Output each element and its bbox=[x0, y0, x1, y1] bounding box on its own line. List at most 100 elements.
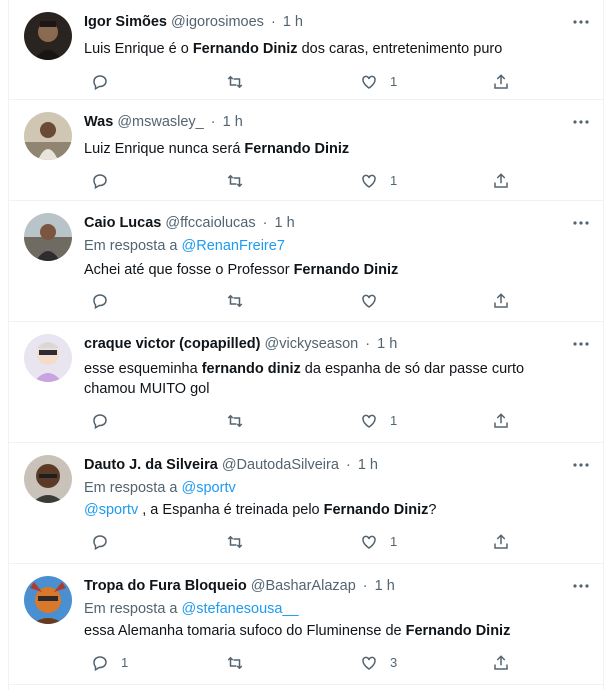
tweet-header: Tropa do Fura Bloqueio @BasharAlazap · 1… bbox=[84, 576, 563, 596]
tweet[interactable]: Was @mswasley_ · 1 h Luiz Enrique nunca … bbox=[9, 100, 603, 201]
tweet-actions: 1 bbox=[84, 71, 524, 93]
timestamp[interactable]: 1 h bbox=[358, 457, 378, 473]
reply-button[interactable]: 1 bbox=[91, 652, 128, 674]
reply-button[interactable] bbox=[91, 71, 121, 93]
tweet[interactable]: craque victor (copapilled) @vickyseason … bbox=[9, 322, 603, 443]
tweet-actions: 1 bbox=[84, 531, 524, 553]
tweet-timeline: Igor Simões @igorosimoes · 1 h Luis Enri… bbox=[8, 0, 604, 690]
reply-button[interactable] bbox=[91, 170, 121, 192]
user-handle[interactable]: @mswasley_ bbox=[117, 114, 203, 130]
tweet-actions: 1 3 bbox=[84, 652, 524, 674]
more-options-icon[interactable] bbox=[571, 213, 591, 233]
heart-icon bbox=[360, 73, 378, 91]
reply-mention-link[interactable]: @sportv bbox=[182, 480, 236, 496]
reply-icon bbox=[91, 654, 109, 672]
avatar[interactable] bbox=[24, 334, 72, 382]
retweet-button[interactable] bbox=[226, 71, 256, 93]
avatar[interactable] bbox=[24, 213, 72, 261]
separator: · bbox=[365, 336, 371, 352]
share-button[interactable] bbox=[492, 71, 510, 93]
separator: · bbox=[270, 14, 276, 30]
reply-context-label: Em resposta a bbox=[84, 601, 182, 617]
more-options-icon[interactable] bbox=[571, 112, 591, 132]
timestamp[interactable]: 1 h bbox=[375, 578, 395, 594]
highlighted-keyword: Fernando Diniz bbox=[405, 623, 511, 639]
reply-button[interactable] bbox=[91, 531, 121, 553]
text-segment: , a Espanha é treinada pelo bbox=[138, 502, 324, 518]
user-handle[interactable]: @BasharAlazap bbox=[251, 578, 356, 594]
reply-icon bbox=[91, 292, 109, 310]
tweet-header: Caio Lucas @ffccaiolucas · 1 h bbox=[84, 213, 563, 233]
avatar[interactable] bbox=[24, 112, 72, 160]
retweet-button[interactable] bbox=[226, 170, 256, 192]
like-button[interactable]: 3 bbox=[360, 652, 397, 674]
tweet-header: craque victor (copapilled) @vickyseason … bbox=[84, 334, 563, 354]
like-count: 1 bbox=[390, 413, 398, 428]
like-count: 1 bbox=[390, 534, 398, 549]
like-count: 1 bbox=[390, 74, 398, 89]
reply-icon bbox=[91, 73, 109, 91]
mention-link[interactable]: @sportv bbox=[84, 502, 138, 518]
timestamp[interactable]: 1 h bbox=[283, 14, 303, 30]
reply-button[interactable] bbox=[91, 290, 121, 312]
reply-icon bbox=[91, 172, 109, 190]
reply-icon bbox=[91, 533, 109, 551]
more-options-icon[interactable] bbox=[571, 455, 591, 475]
display-name[interactable]: Was bbox=[84, 114, 113, 130]
like-button[interactable]: 1 bbox=[360, 531, 397, 553]
tweet[interactable]: Igor Simões @igorosimoes · 1 h Luis Enri… bbox=[9, 0, 603, 100]
tweet-text: Luis Enrique é o Fernando Diniz dos cara… bbox=[84, 39, 579, 59]
retweet-button[interactable] bbox=[226, 290, 256, 312]
avatar[interactable] bbox=[24, 576, 72, 624]
more-options-icon[interactable] bbox=[571, 12, 591, 32]
heart-icon bbox=[360, 533, 378, 551]
highlighted-keyword: Fernando Diniz bbox=[323, 502, 429, 518]
like-button[interactable] bbox=[360, 290, 390, 312]
tweet-text: essa Alemanha tomaria sufoco do Fluminen… bbox=[84, 621, 579, 641]
text-segment: Achei até que fosse o Professor bbox=[84, 262, 294, 278]
display-name[interactable]: Igor Simões bbox=[84, 14, 167, 30]
reply-context: Em resposta a @RenanFreire7 bbox=[84, 236, 285, 256]
separator: · bbox=[262, 215, 268, 231]
share-button[interactable] bbox=[492, 290, 510, 312]
tweet[interactable]: Tropa do Fura Bloqueio @BasharAlazap · 1… bbox=[9, 564, 603, 685]
heart-icon bbox=[360, 412, 378, 430]
display-name[interactable]: Caio Lucas bbox=[84, 215, 161, 231]
display-name[interactable]: Dauto J. da Silveira bbox=[84, 457, 218, 473]
tweet[interactable]: Caio Lucas @ffccaiolucas · 1 h Em respos… bbox=[9, 201, 603, 322]
timestamp[interactable]: 1 h bbox=[223, 114, 243, 130]
timestamp[interactable]: 1 h bbox=[275, 215, 295, 231]
avatar[interactable] bbox=[24, 455, 72, 503]
user-handle[interactable]: @vickyseason bbox=[265, 336, 359, 352]
more-options-icon[interactable] bbox=[571, 576, 591, 596]
text-segment: Luiz Enrique nunca será bbox=[84, 141, 245, 157]
more-options-icon[interactable] bbox=[571, 334, 591, 354]
user-handle[interactable]: @igorosimoes bbox=[171, 14, 264, 30]
tweet[interactable]: Dauto J. da Silveira @DautodaSilveira · … bbox=[9, 443, 603, 564]
share-button[interactable] bbox=[492, 652, 510, 674]
user-handle[interactable]: @DautodaSilveira bbox=[222, 457, 339, 473]
tweet-text: Achei até que fosse o Professor Fernando… bbox=[84, 260, 579, 280]
tweet-header: Igor Simões @igorosimoes · 1 h bbox=[84, 12, 563, 32]
display-name[interactable]: craque victor (copapilled) bbox=[84, 336, 260, 352]
retweet-button[interactable] bbox=[226, 652, 256, 674]
text-segment: esse esqueminha bbox=[84, 361, 202, 377]
timestamp[interactable]: 1 h bbox=[377, 336, 397, 352]
heart-icon bbox=[360, 292, 378, 310]
display-name[interactable]: Tropa do Fura Bloqueio bbox=[84, 578, 247, 594]
share-button[interactable] bbox=[492, 170, 510, 192]
retweet-button[interactable] bbox=[226, 410, 256, 432]
reply-mention-link[interactable]: @RenanFreire7 bbox=[182, 238, 285, 254]
share-icon bbox=[492, 292, 510, 310]
like-button[interactable]: 1 bbox=[360, 170, 397, 192]
share-button[interactable] bbox=[492, 410, 510, 432]
reply-icon bbox=[91, 412, 109, 430]
retweet-button[interactable] bbox=[226, 531, 256, 553]
reply-mention-link[interactable]: @stefanesousa__ bbox=[182, 601, 299, 617]
like-button[interactable]: 1 bbox=[360, 71, 397, 93]
avatar[interactable] bbox=[24, 12, 72, 60]
reply-button[interactable] bbox=[91, 410, 121, 432]
like-button[interactable]: 1 bbox=[360, 410, 397, 432]
user-handle[interactable]: @ffccaiolucas bbox=[165, 215, 255, 231]
share-button[interactable] bbox=[492, 531, 510, 553]
